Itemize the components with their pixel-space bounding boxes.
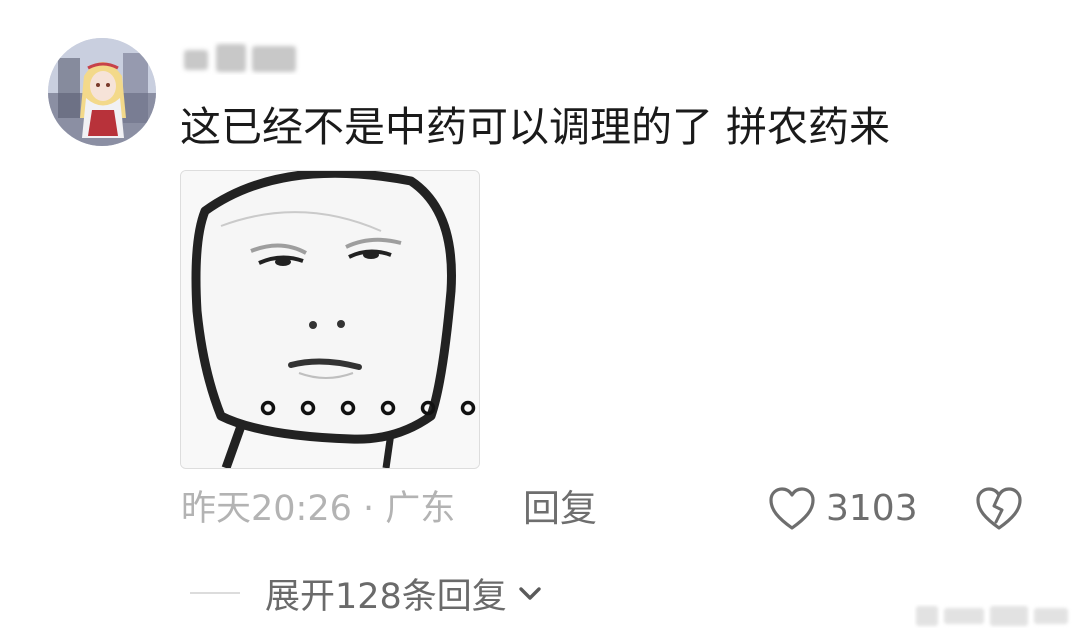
like-button[interactable]: 3103 (768, 484, 918, 534)
watermark-image (916, 606, 1068, 626)
broken-heart-icon (976, 487, 1022, 530)
expand-replies-button[interactable]: 展开128条回复 (265, 568, 545, 618)
username[interactable] (180, 36, 302, 78)
avatar-image (48, 38, 156, 146)
avatar[interactable] (48, 38, 156, 146)
sticker-image[interactable] (180, 170, 480, 469)
like-count: 3103 (826, 488, 918, 529)
watermark (914, 600, 1074, 630)
comment-text: 这已经不是中药可以调理的了 拼农药来 (180, 103, 891, 151)
expand-divider (190, 592, 240, 594)
heart-outline-icon (769, 487, 815, 530)
expand-replies-label: 展开128条回复 (265, 576, 507, 617)
reply-button[interactable]: 回复 (523, 484, 597, 534)
meme-face-image (181, 171, 479, 468)
comment-item: 这已经不是中药可以调理的了 拼农药来 昨天20:26 · 广东 回复 3103 … (0, 0, 1080, 636)
dislike-button[interactable] (975, 486, 1023, 532)
comment-timestamp-location: 昨天20:26 · 广东 (181, 489, 456, 529)
chevron-down-icon (519, 587, 541, 600)
username-blurred (184, 44, 296, 72)
